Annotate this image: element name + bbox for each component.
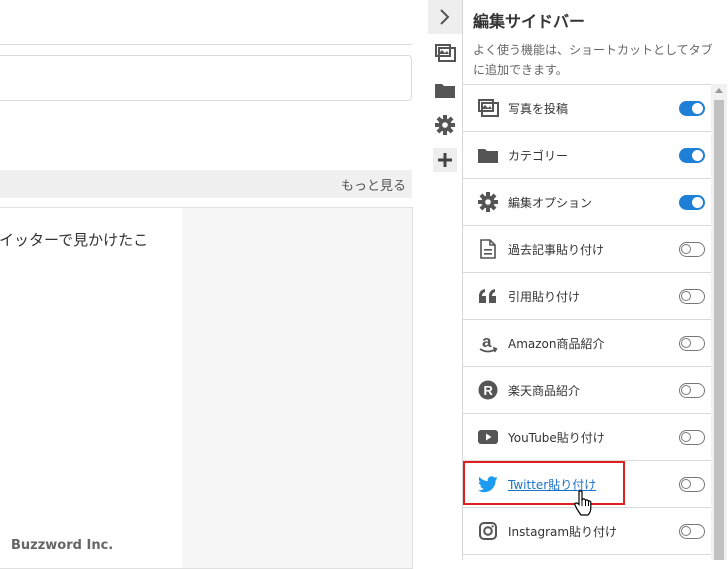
editor-area: もっと見る イッターで見かけたこ	[0, 0, 420, 569]
toggle-switch[interactable]	[679, 194, 705, 210]
sidebar-description: よく使う機能は、ショートカットとしてタブに追加できます。	[473, 43, 713, 77]
list-item-photo[interactable]: 写真を投稿	[463, 85, 711, 132]
chevron-right-icon	[440, 9, 450, 25]
item-label: 編集オプション	[508, 195, 593, 210]
collapse-sidebar-button[interactable]	[428, 0, 462, 34]
instagram-icon	[477, 520, 499, 542]
item-label: 過去記事貼り付け	[508, 242, 605, 257]
quote-icon	[477, 285, 499, 307]
rakuten-icon: R	[477, 379, 499, 401]
toggle-switch[interactable]	[679, 335, 705, 351]
rail-photo-icon[interactable]	[433, 41, 457, 65]
post-text: イッターで見かけたこ	[0, 231, 149, 249]
toggle-switch[interactable]	[679, 429, 705, 445]
list-item-past-article[interactable]: 過去記事貼り付け	[463, 226, 711, 273]
toggle-switch[interactable]	[679, 100, 705, 116]
toggle-switch[interactable]	[679, 523, 705, 539]
item-label: Instagram貼り付け	[508, 524, 618, 539]
more-bar: もっと見る	[0, 170, 412, 198]
title-input[interactable]	[0, 55, 412, 101]
scrollbar[interactable]	[711, 84, 727, 560]
item-label: 楽天商品紹介	[508, 383, 581, 398]
sidebar-title: 編集サイドバー	[473, 12, 586, 31]
scroll-up-arrow-icon[interactable]	[715, 88, 723, 93]
hand-cursor-icon	[574, 490, 592, 516]
divider	[0, 44, 412, 45]
item-label: YouTube貼り付け	[508, 430, 605, 445]
scrollbar-thumb[interactable]	[714, 100, 724, 560]
post-card[interactable]: イッターで見かけたこ	[0, 208, 182, 568]
toggle-switch[interactable]	[679, 476, 705, 492]
item-label: 引用貼り付け	[508, 289, 581, 304]
more-link[interactable]: もっと見る	[341, 175, 406, 194]
toggle-switch[interactable]	[679, 288, 705, 304]
amazon-icon: a	[477, 332, 499, 354]
list-item-category[interactable]: カテゴリー	[463, 132, 711, 179]
toggle-switch[interactable]	[679, 241, 705, 257]
document-icon	[477, 238, 499, 260]
plus-icon	[438, 153, 452, 167]
post-panel: イッターで見かけたこ	[0, 207, 413, 569]
rail-add-button[interactable]	[433, 148, 457, 172]
sidebar-tab-rail	[428, 0, 462, 560]
youtube-icon	[477, 426, 499, 448]
toggle-switch[interactable]	[679, 147, 705, 163]
item-label: Amazon商品紹介	[508, 336, 605, 351]
svg-text:R: R	[484, 383, 494, 398]
list-item-quote[interactable]: 引用貼り付け	[463, 273, 711, 320]
edit-sidebar: 編集サイドバー よく使う機能は、ショートカットとしてタブに追加できます。 写真を…	[462, 0, 727, 560]
list-item-youtube[interactable]: YouTube貼り付け	[463, 414, 711, 461]
list-item-rakuten[interactable]: R 楽天商品紹介	[463, 367, 711, 414]
rail-gear-icon[interactable]	[433, 113, 457, 137]
item-label: カテゴリー	[508, 148, 569, 163]
photo-icon	[477, 97, 499, 119]
highlight-box	[463, 461, 625, 505]
folder-icon	[477, 144, 499, 166]
list-item-edit-options[interactable]: 編集オプション	[463, 179, 711, 226]
gear-icon	[477, 191, 499, 213]
svg-text:a: a	[482, 332, 492, 351]
list-item-amazon[interactable]: a Amazon商品紹介	[463, 320, 711, 367]
toggle-switch[interactable]	[679, 382, 705, 398]
rail-folder-icon[interactable]	[433, 78, 457, 102]
item-label: 写真を投稿	[508, 101, 569, 116]
watermark: Buzzword Inc.	[11, 538, 114, 553]
